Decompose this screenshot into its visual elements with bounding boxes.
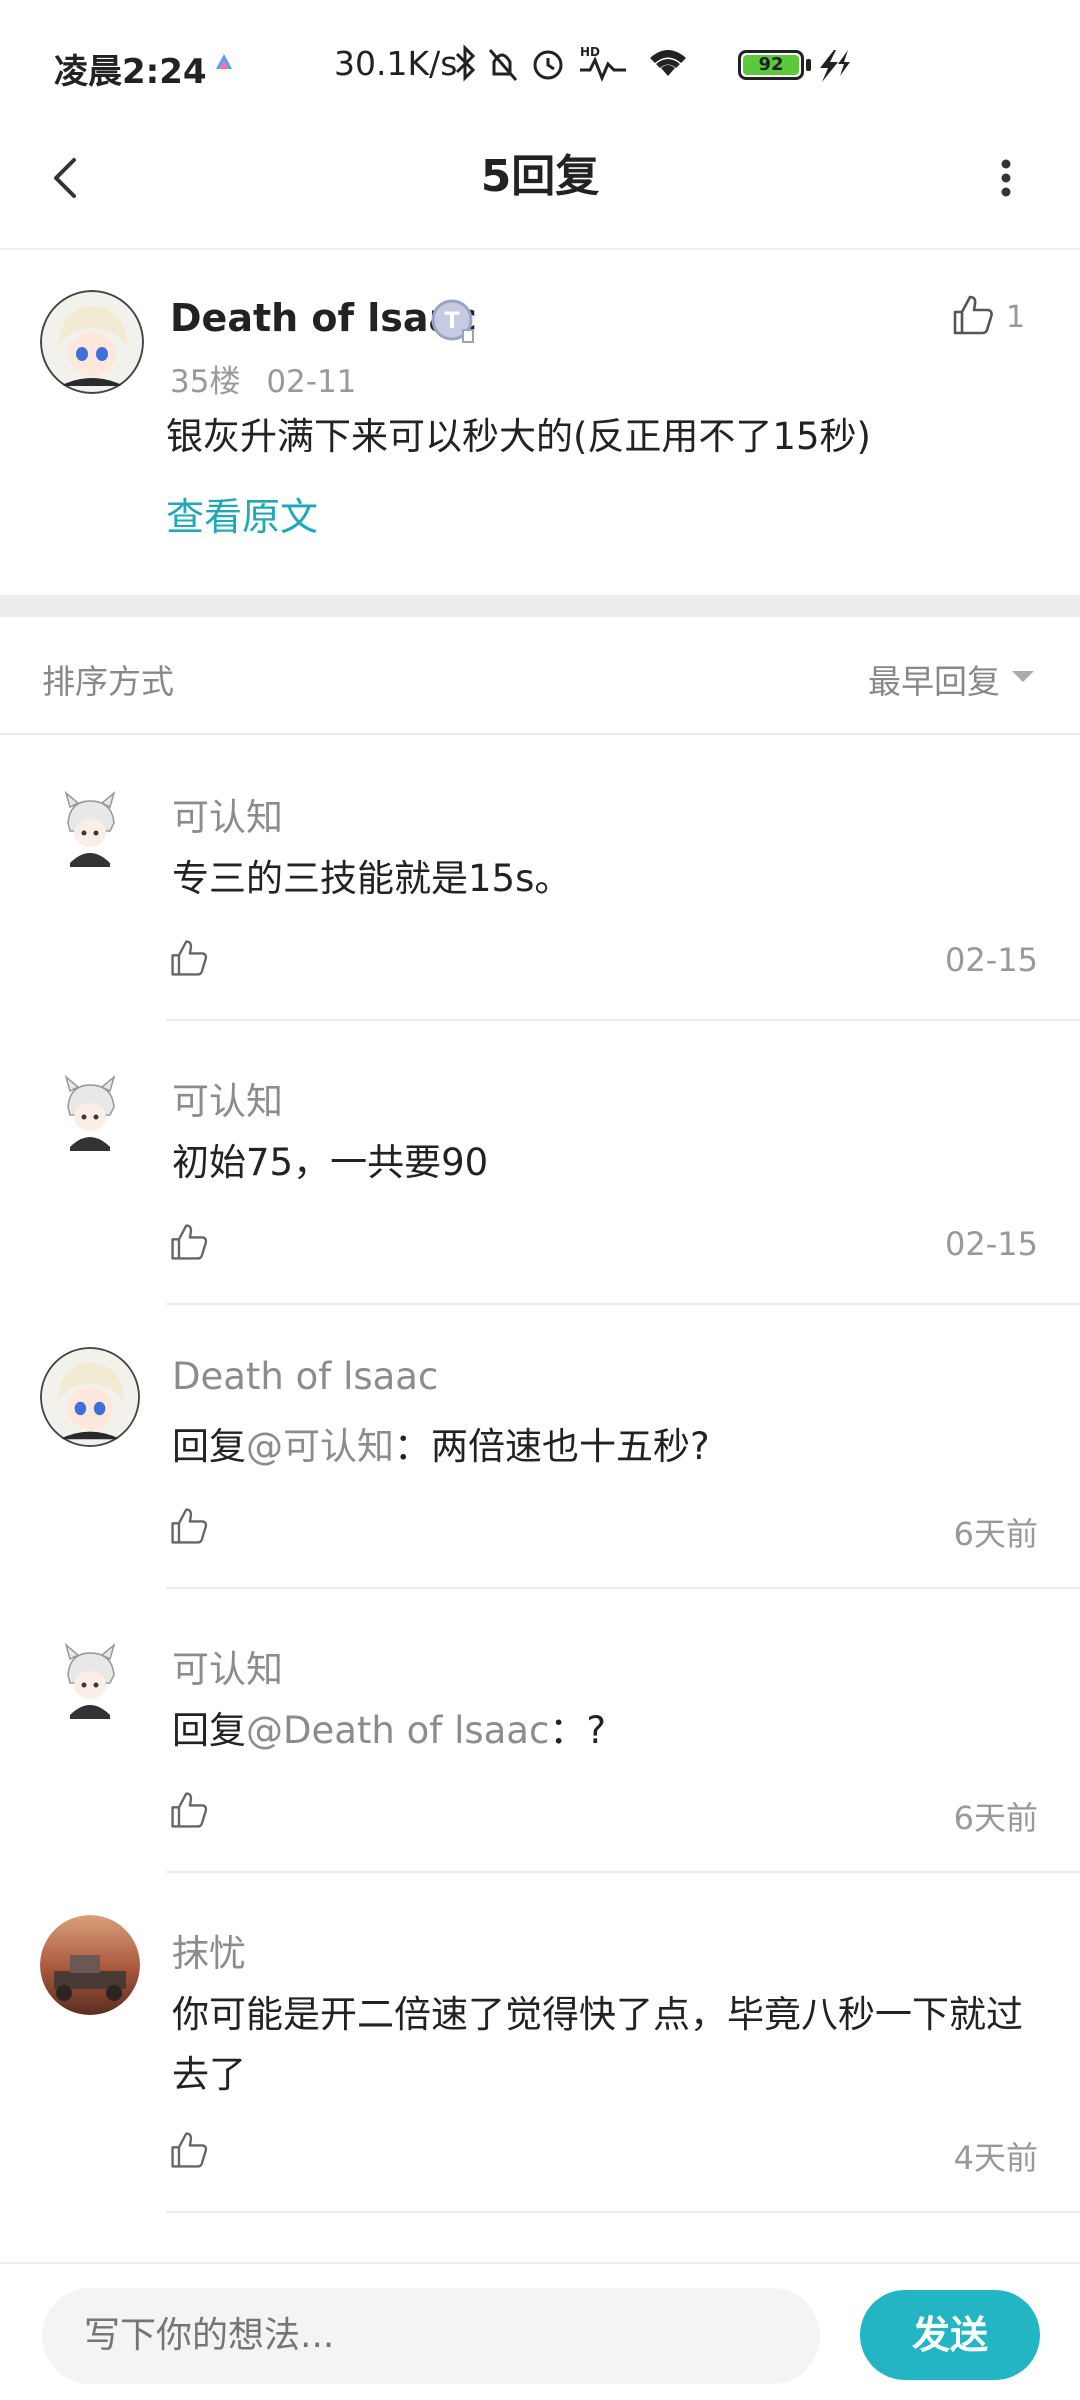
thumbs-up-icon[interactable] — [168, 1221, 210, 1263]
reply-content: 初始75，一共要90 — [172, 1141, 489, 1184]
reply-avatar[interactable] — [40, 1063, 140, 1163]
page-title: 5回复 — [480, 151, 600, 202]
reply-username[interactable]: 可认知 — [172, 1071, 283, 1125]
more-options-icon[interactable] — [980, 146, 1032, 210]
reply-content: 你可能是开二倍速了觉得快了点，毕竟八秒一下就过去了 — [172, 1993, 1023, 2096]
reply-content: 专三的三技能就是15s。 — [172, 857, 572, 900]
reply-username[interactable]: Death of lsaac — [172, 1355, 438, 1398]
reply-body: ：两倍速也十五秒? — [394, 1425, 710, 1468]
dropdown-caret-icon[interactable] — [1012, 671, 1034, 682]
top-app-bar: 5回复 — [0, 120, 1080, 250]
send-button[interactable]: 发送 — [860, 2290, 1040, 2380]
post-author-avatar[interactable] — [40, 290, 144, 394]
reply-avatar[interactable] — [40, 779, 140, 879]
mute-icon — [488, 49, 518, 81]
reply-avatar[interactable] — [40, 1915, 140, 2015]
status-time: 凌晨2:24 — [54, 52, 207, 92]
reply-time: 6天前 — [953, 1515, 1038, 1553]
thumbs-up-icon[interactable] — [168, 2129, 210, 2171]
thumbs-up-icon[interactable] — [168, 937, 210, 979]
reply-avatar[interactable] — [40, 1631, 140, 1731]
reply-content: 回复@可认知：两倍速也十五秒? — [172, 1417, 1052, 1477]
alarm-icon — [533, 50, 563, 80]
mention-link[interactable]: @可认知 — [246, 1425, 394, 1468]
divider — [166, 2211, 1080, 2213]
reply-item: 抹忧 你可能是开二倍速了觉得快了点，毕竟八秒一下就过去了 4天前 — [0, 1873, 1080, 2213]
sort-dropdown[interactable]: 最早回复 — [868, 655, 1000, 703]
thumbs-up-icon[interactable] — [950, 292, 996, 338]
reply-prefix: 回复 — [172, 1709, 246, 1752]
section-separator — [0, 595, 1080, 617]
bluetooth-icon — [455, 44, 476, 82]
reply-item: 可认知 初始75，一共要90 02-15 — [0, 1021, 1080, 1305]
svg-text:T: T — [444, 309, 459, 334]
reply-item: Death of lsaac 回复@可认知：两倍速也十五秒? 6天前 — [0, 1305, 1080, 1589]
svg-text:HD: HD — [580, 45, 600, 59]
sort-bar: 排序方式 最早回复 — [0, 617, 1080, 735]
battery-level: 92 — [743, 55, 799, 75]
reply-content: 回复@Death of lsaac：? — [172, 1701, 1052, 1761]
view-original-link[interactable]: 查看原文 — [166, 486, 318, 541]
reply-time: 6天前 — [953, 1799, 1038, 1837]
reply-username[interactable]: 抹忧 — [172, 1923, 246, 1977]
reply-time: 4天前 — [953, 2139, 1038, 2177]
comment-input[interactable] — [42, 2288, 820, 2384]
original-post: Death of lsaac T 35楼 02-11 银灰升满下来可以秒大的(反… — [0, 250, 1080, 595]
reply-body: ：? — [549, 1709, 606, 1752]
mention-link[interactable]: @Death of lsaac — [246, 1709, 549, 1752]
network-speed: 30.1K/s — [334, 44, 458, 83]
hd-signal-icon: HD — [580, 45, 626, 82]
app-notification-icon — [216, 54, 232, 69]
wifi-icon — [650, 50, 686, 76]
thumbs-up-icon[interactable] — [168, 1505, 210, 1547]
sort-label: 排序方式 — [42, 662, 174, 701]
post-floor: 35楼 — [170, 364, 241, 400]
reply-item: 可认知 专三的三技能就是15s。 02-15 — [0, 737, 1080, 1021]
reply-item: 可认知 回复@Death of lsaac：? 6天前 — [0, 1589, 1080, 1873]
reply-username[interactable]: 可认知 — [172, 1639, 283, 1693]
reply-username[interactable]: 可认知 — [172, 787, 283, 841]
thumbs-up-icon[interactable] — [168, 1789, 210, 1831]
user-level-badge-icon: T — [431, 299, 474, 343]
charging-icon — [820, 50, 850, 82]
post-like-count: 1 — [1006, 300, 1026, 335]
reply-time: 02-15 — [945, 1225, 1038, 1263]
reply-avatar[interactable] — [40, 1347, 140, 1447]
reply-time: 02-15 — [945, 941, 1038, 979]
post-body: 银灰升满下来可以秒大的(反正用不了15秒) — [166, 415, 871, 458]
comment-input-bar: 发送 — [0, 2262, 1080, 2400]
battery-tip — [806, 59, 811, 71]
post-meta: 35楼 02-11 — [170, 356, 356, 401]
reply-prefix: 回复 — [172, 1425, 246, 1468]
post-date: 02-11 — [266, 364, 357, 400]
battery-icon: 92 — [738, 50, 804, 80]
status-bar: 凌晨2:24 30.1K/s HD 92 — [0, 0, 1080, 130]
